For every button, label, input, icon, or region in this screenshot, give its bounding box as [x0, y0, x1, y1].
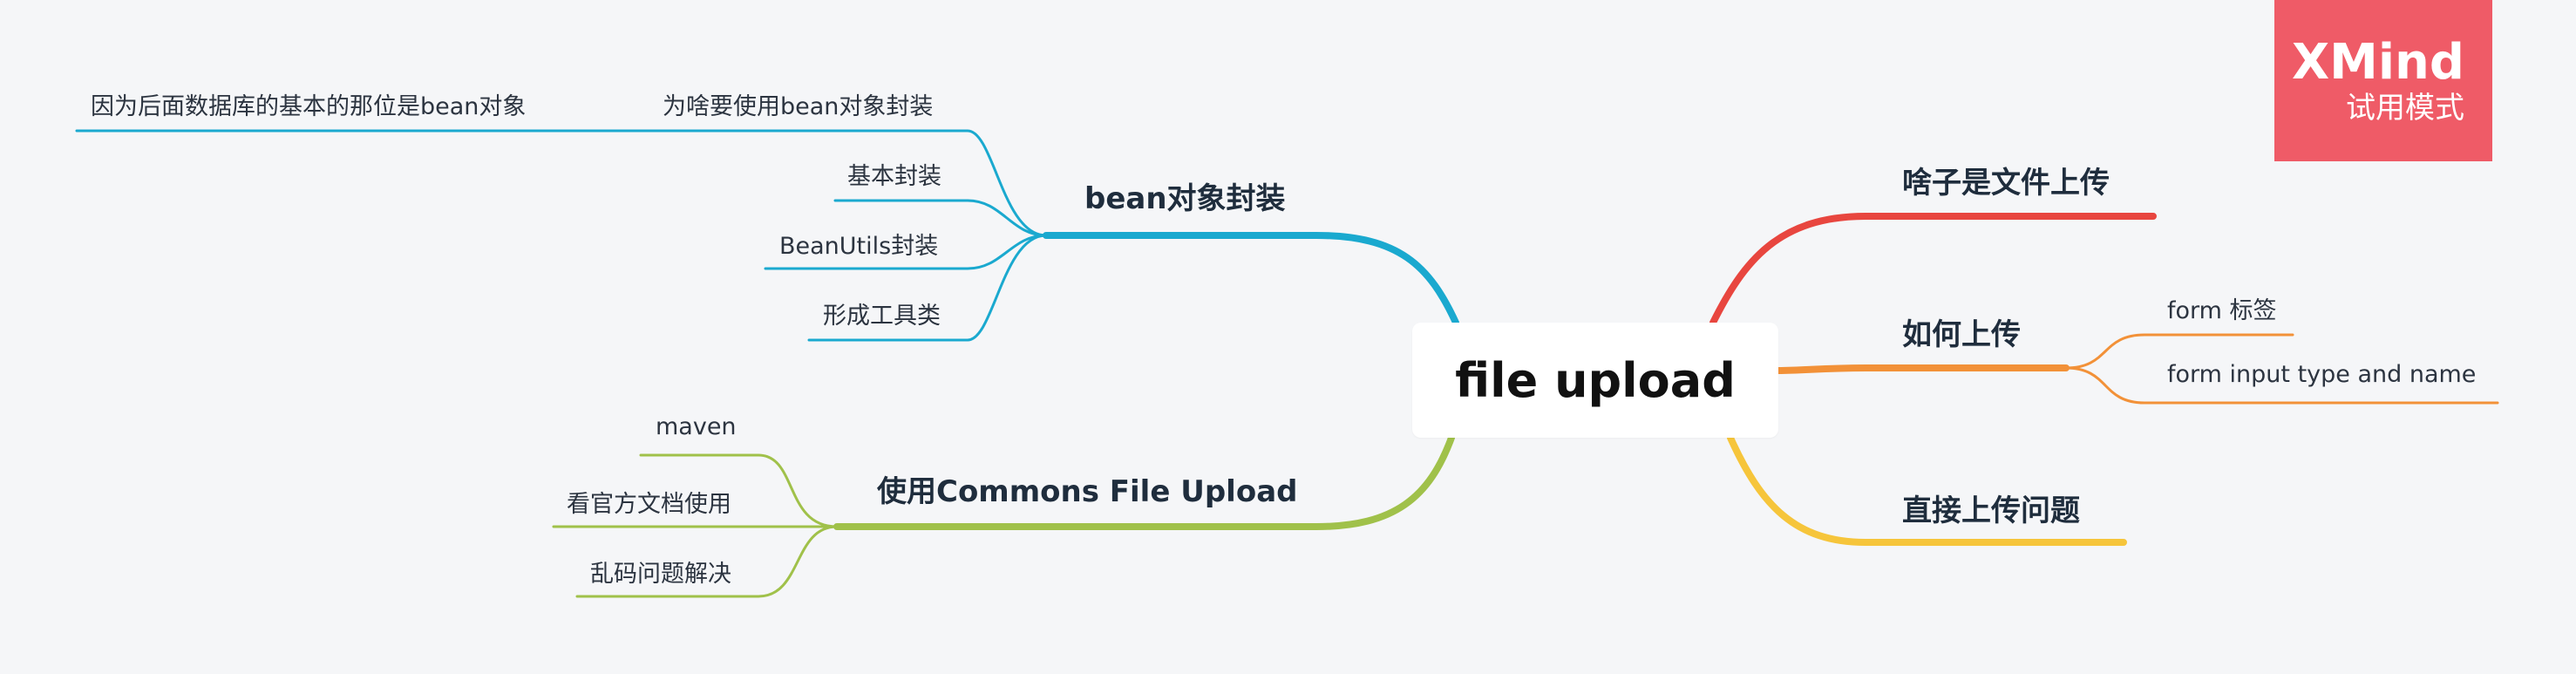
- subtopic-why-bean[interactable]: 为啥要使用bean对象封装: [663, 87, 933, 121]
- trial-watermark: XMind 试用模式: [2274, 0, 2492, 161]
- topic-how[interactable]: 如何上传: [1902, 310, 2021, 353]
- topic-what[interactable]: 啥子是文件上传: [1902, 159, 2110, 201]
- connector-root-what: [1709, 213, 2157, 326]
- topic-commons[interactable]: 使用Commons File Upload: [877, 467, 1297, 510]
- topic-direct[interactable]: 直接上传问题: [1902, 487, 2080, 529]
- subtopic-encoding[interactable]: 乱码问题解决: [590, 555, 731, 589]
- subtopic-reason[interactable]: 因为后面数据库的基本的那位是bean对象: [91, 87, 526, 121]
- subtopic-form-tag[interactable]: form 标签: [2167, 291, 2277, 325]
- watermark-brand: XMind: [2291, 34, 2464, 91]
- subtopic-basic[interactable]: 基本封装: [847, 157, 941, 191]
- subtopic-maven[interactable]: maven: [656, 413, 737, 440]
- subtopic-form-input[interactable]: form input type and name: [2167, 361, 2476, 388]
- topic-bean[interactable]: bean对象封装: [1084, 174, 1286, 217]
- root-topic-label: file upload: [1455, 352, 1736, 408]
- connector-bean-why: [948, 129, 1048, 237]
- subtopic-beanutils[interactable]: BeanUtils封装: [779, 227, 938, 261]
- subtopic-docs[interactable]: 看官方文档使用: [567, 485, 731, 519]
- subtopic-tool-class[interactable]: 形成工具类: [823, 296, 941, 330]
- root-topic[interactable]: file upload: [1412, 323, 1778, 438]
- connector-root-how: [1775, 364, 2070, 374]
- watermark-mode: 试用模式: [2346, 91, 2464, 126]
- connector-root-bean: [1043, 232, 1459, 326]
